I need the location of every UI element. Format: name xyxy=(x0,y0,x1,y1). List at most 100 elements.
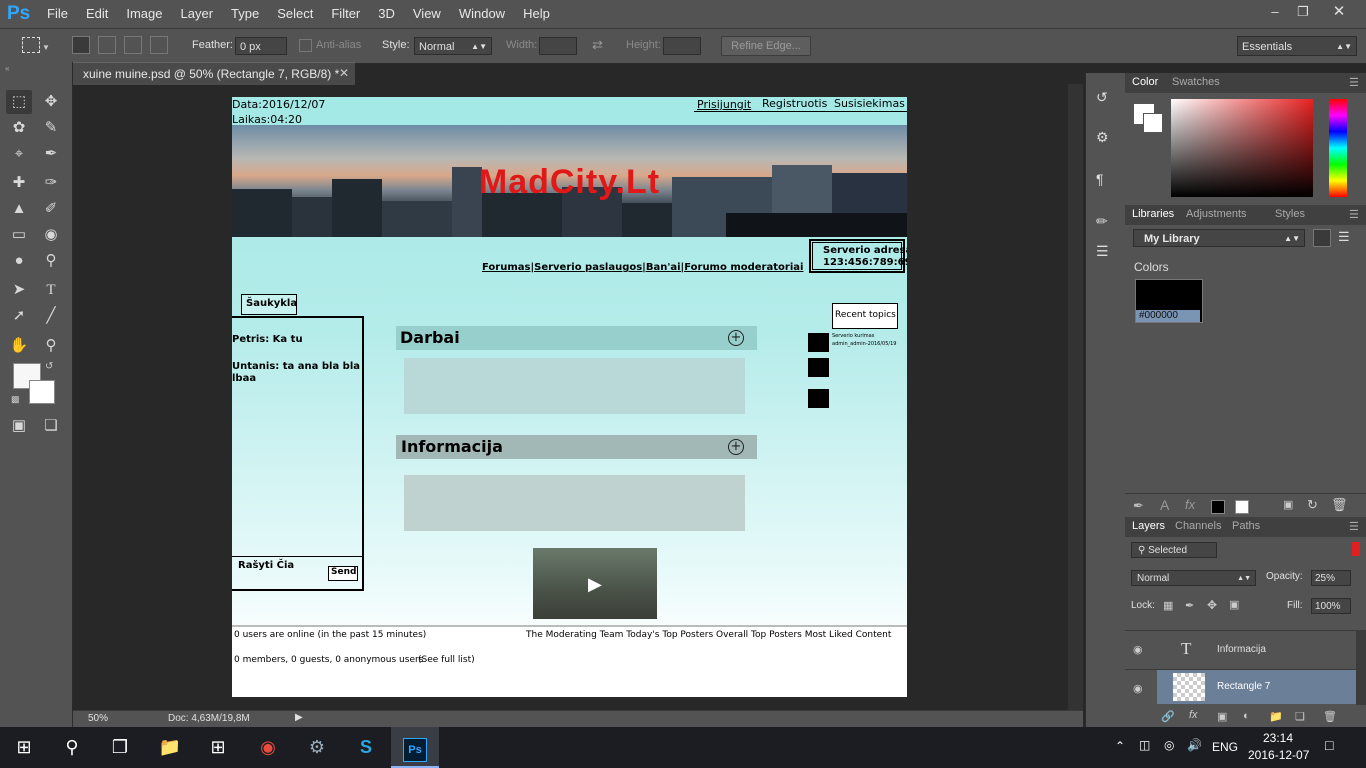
swap-colors-icon[interactable]: ↺ xyxy=(45,361,53,372)
width-input[interactable] xyxy=(539,37,577,55)
background-color-swatch[interactable] xyxy=(29,380,55,404)
photoshop-icon[interactable]: Ps xyxy=(391,727,439,768)
grid-view-icon[interactable] xyxy=(1313,229,1331,247)
tab-styles[interactable]: Styles xyxy=(1275,208,1305,220)
layers-scrollbar[interactable] xyxy=(1356,630,1366,705)
screen-mode-icon[interactable]: ❏ xyxy=(38,414,64,438)
menu-image[interactable]: Image xyxy=(117,0,171,28)
notifications-icon[interactable]: □ xyxy=(1325,737,1333,753)
file-explorer-icon[interactable]: 📁 xyxy=(146,727,194,768)
eraser-tool-icon[interactable]: ▭ xyxy=(6,223,32,247)
tab-layers[interactable]: Layers xyxy=(1132,520,1165,532)
tab-libraries[interactable]: Libraries xyxy=(1132,208,1174,220)
panel-menu-icon[interactable]: ☰ xyxy=(1349,208,1359,221)
style-select[interactable]: Normal ▲▼ xyxy=(414,37,492,55)
filter-toggle[interactable] xyxy=(1352,542,1360,556)
workspace-select[interactable]: Essentials ▲▼ xyxy=(1237,36,1357,56)
properties-icon[interactable]: ⚙ xyxy=(1096,129,1109,146)
vertical-scrollbar[interactable] xyxy=(1068,84,1083,710)
tab-swatches[interactable]: Swatches xyxy=(1172,76,1220,88)
lasso-tool-icon[interactable]: ✿ xyxy=(6,116,32,140)
add-mask-icon[interactable]: ▣ xyxy=(1217,710,1227,723)
move-tool-icon[interactable]: ✥ xyxy=(38,90,64,114)
add-bg-color-icon[interactable] xyxy=(1235,500,1249,514)
paint-bucket-tool-icon[interactable]: ◉ xyxy=(38,223,64,247)
link-layers-icon[interactable]: 🔗 xyxy=(1161,710,1175,723)
type-tool-icon[interactable]: T xyxy=(38,278,64,302)
dodge-tool-icon[interactable]: ⚲ xyxy=(38,249,64,273)
subtract-selection-icon[interactable] xyxy=(124,36,142,54)
tab-channels[interactable]: Channels xyxy=(1175,520,1221,532)
new-selection-icon[interactable] xyxy=(72,36,90,54)
healing-brush-tool-icon[interactable]: ✚ xyxy=(6,171,32,195)
sync-icon[interactable]: ↻ xyxy=(1307,497,1318,513)
search-icon[interactable]: ⚲ xyxy=(48,727,96,768)
eye-icon[interactable]: ◉ xyxy=(1133,682,1143,695)
add-layer-style-icon[interactable]: fx xyxy=(1185,497,1195,512)
opacity-input[interactable]: 25% xyxy=(1311,570,1351,586)
library-color-swatch[interactable]: #000000 xyxy=(1135,279,1203,323)
menu-help[interactable]: Help xyxy=(514,0,559,28)
antialias-checkbox[interactable] xyxy=(299,39,312,52)
status-menu-arrow-icon[interactable]: ▶ xyxy=(295,712,303,723)
intersect-selection-icon[interactable] xyxy=(150,36,168,54)
list-view-icon[interactable]: ☰ xyxy=(1338,229,1350,245)
history-icon[interactable]: ↺ xyxy=(1096,89,1108,106)
restore-button[interactable]: ❐ xyxy=(1289,2,1317,22)
menu-edit[interactable]: Edit xyxy=(77,0,117,28)
brush-tool-icon[interactable]: ✑ xyxy=(38,171,64,195)
default-colors-icon[interactable]: ▩ xyxy=(11,394,20,405)
add-selection-icon[interactable] xyxy=(98,36,116,54)
tool-presets-icon[interactable]: ☰ xyxy=(1096,243,1109,260)
lock-image-icon[interactable]: ✒ xyxy=(1185,599,1194,612)
chrome-icon[interactable]: ◉ xyxy=(244,727,292,768)
layer-filter-select[interactable]: ⚲ Selected xyxy=(1131,542,1217,558)
marquee-preset-icon[interactable] xyxy=(22,37,40,53)
crop-tool-icon[interactable]: ⌖ xyxy=(6,142,32,166)
menu-type[interactable]: Type xyxy=(222,0,268,28)
panel-menu-icon[interactable]: ☰ xyxy=(1349,76,1359,89)
tab-color[interactable]: Color xyxy=(1132,76,1158,88)
store-icon[interactable]: ⊞ xyxy=(194,727,242,768)
close-icon[interactable]: ✕ xyxy=(339,66,349,80)
fill-input[interactable]: 100% xyxy=(1311,598,1351,614)
collapse-icon[interactable]: « xyxy=(5,64,9,73)
steam-icon[interactable]: ⚙ xyxy=(293,727,341,768)
menu-view[interactable]: View xyxy=(404,0,450,28)
color-field[interactable] xyxy=(1171,99,1313,197)
menu-file[interactable]: File xyxy=(38,0,77,28)
language-indicator[interactable]: ENG xyxy=(1212,740,1238,754)
marquee-tool-icon[interactable]: ⬚ xyxy=(6,90,32,114)
clock-time[interactable]: 23:14 xyxy=(1263,731,1293,745)
new-layer-icon[interactable]: ❏ xyxy=(1295,710,1305,723)
wifi-icon[interactable]: ◎ xyxy=(1164,738,1174,752)
pen-tool-icon[interactable]: ➤ xyxy=(6,278,32,302)
task-view-icon[interactable]: ❐ xyxy=(96,727,144,768)
panel-menu-icon[interactable]: ☰ xyxy=(1349,520,1359,533)
add-char-style-icon[interactable]: A xyxy=(1160,497,1169,513)
start-icon[interactable]: ⊞ xyxy=(0,727,48,768)
minimize-button[interactable]: – xyxy=(1261,2,1289,22)
paragraph-icon[interactable]: ¶ xyxy=(1096,171,1104,187)
library-select[interactable]: My Library ▲▼ xyxy=(1133,229,1305,247)
trash-icon[interactable]: 🗑 xyxy=(1323,710,1337,723)
menu-select[interactable]: Select xyxy=(268,0,322,28)
clone-stamp-tool-icon[interactable]: ▲ xyxy=(6,197,32,221)
stock-icon[interactable]: ▣ xyxy=(1283,498,1293,511)
add-fg-color-icon[interactable] xyxy=(1211,500,1225,514)
hand-tool-icon[interactable]: ✋ xyxy=(6,334,32,358)
zoom-level[interactable]: 50% xyxy=(88,713,108,724)
history-brush-tool-icon[interactable]: ✐ xyxy=(38,197,64,221)
lock-transparent-icon[interactable]: ▦ xyxy=(1163,599,1173,612)
zoom-tool-icon[interactable]: ⚲ xyxy=(38,334,64,358)
document-tab[interactable]: xuine muine.psd @ 50% (Rectangle 7, RGB/… xyxy=(73,62,355,85)
line-tool-icon[interactable]: ╱ xyxy=(38,304,64,328)
hue-slider[interactable] xyxy=(1329,99,1347,197)
eyedropper-tool-icon[interactable]: ✒ xyxy=(38,142,64,166)
lock-position-icon[interactable]: ✥ xyxy=(1207,598,1217,612)
height-input[interactable] xyxy=(663,37,701,55)
add-graphic-icon[interactable]: ✒ xyxy=(1133,498,1144,514)
menu-filter[interactable]: Filter xyxy=(322,0,369,28)
menu-layer[interactable]: Layer xyxy=(172,0,223,28)
bg-color-chip[interactable] xyxy=(1143,113,1163,133)
